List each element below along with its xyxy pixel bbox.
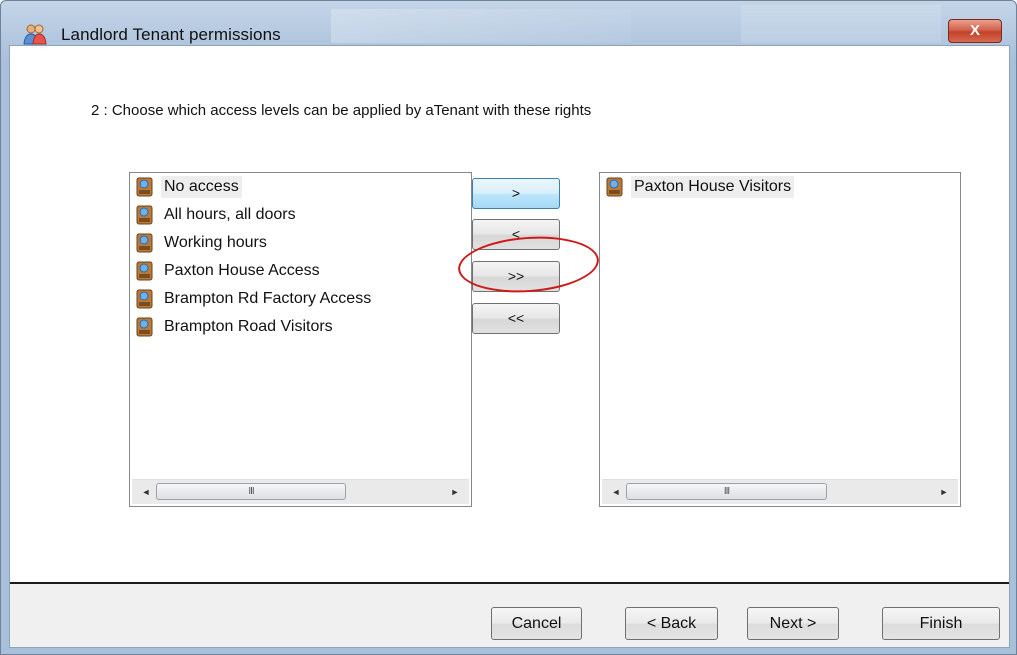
list-item[interactable]: Brampton Rd Factory Access	[136, 286, 374, 312]
add-button[interactable]: >	[472, 178, 560, 209]
scroll-thumb[interactable]: III	[626, 483, 827, 500]
list-item-label: Paxton House Visitors	[631, 176, 795, 198]
access-level-icon	[136, 317, 153, 337]
list-item-label: Paxton House Access	[164, 262, 320, 279]
dialog-window: Landlord Tenant permissions X 2 : Choose…	[0, 0, 1017, 655]
scroll-left-arrow-icon[interactable]: ◄	[606, 480, 626, 504]
background-blur	[331, 9, 631, 43]
access-level-icon	[136, 261, 153, 281]
list-item-label: All hours, all doors	[164, 206, 296, 223]
list-item[interactable]: Paxton House Access	[136, 258, 323, 284]
list-item-label: Working hours	[164, 234, 267, 251]
access-level-icon	[136, 205, 153, 225]
list-item[interactable]: Paxton House Visitors	[606, 174, 795, 200]
selected-access-levels-list[interactable]: Paxton House Visitors ◄ III ►	[599, 172, 961, 507]
available-access-levels-list[interactable]: No access All hours, all doors Working h…	[129, 172, 472, 507]
scroll-left-arrow-icon[interactable]: ◄	[136, 480, 156, 504]
list-item-label: Brampton Rd Factory Access	[164, 290, 372, 307]
access-level-icon	[136, 289, 153, 309]
title-bar[interactable]: Landlord Tenant permissions X	[1, 1, 1016, 45]
users-icon	[23, 24, 47, 45]
scroll-right-arrow-icon[interactable]: ►	[934, 480, 954, 504]
list-item[interactable]: All hours, all doors	[136, 202, 299, 228]
list-item-label: Brampton Road Visitors	[164, 318, 333, 335]
close-button[interactable]: X	[948, 19, 1002, 43]
list-item[interactable]: No access	[136, 174, 242, 200]
back-button[interactable]: < Back	[625, 607, 718, 640]
horizontal-scrollbar[interactable]: ◄ III ►	[602, 479, 958, 504]
access-level-icon	[136, 177, 153, 197]
access-level-icon	[136, 233, 153, 253]
step-instruction: 2 : Choose which access levels can be ap…	[91, 102, 592, 119]
horizontal-scrollbar[interactable]: ◄ III ►	[132, 479, 469, 504]
remove-all-button[interactable]: <<	[472, 303, 560, 334]
list-item[interactable]: Brampton Road Visitors	[136, 314, 336, 340]
access-level-icon	[606, 177, 623, 197]
cancel-button[interactable]: Cancel	[491, 607, 582, 640]
next-button[interactable]: Next >	[747, 607, 839, 640]
list-item-label: No access	[161, 176, 242, 198]
window-title: Landlord Tenant permissions	[61, 25, 281, 44]
finish-button[interactable]: Finish	[882, 607, 1000, 640]
background-blur	[741, 5, 941, 43]
wizard-body: 2 : Choose which access levels can be ap…	[9, 45, 1010, 648]
list-item[interactable]: Working hours	[136, 230, 270, 256]
scroll-thumb[interactable]: III	[156, 483, 346, 500]
scroll-right-arrow-icon[interactable]: ►	[445, 480, 465, 504]
